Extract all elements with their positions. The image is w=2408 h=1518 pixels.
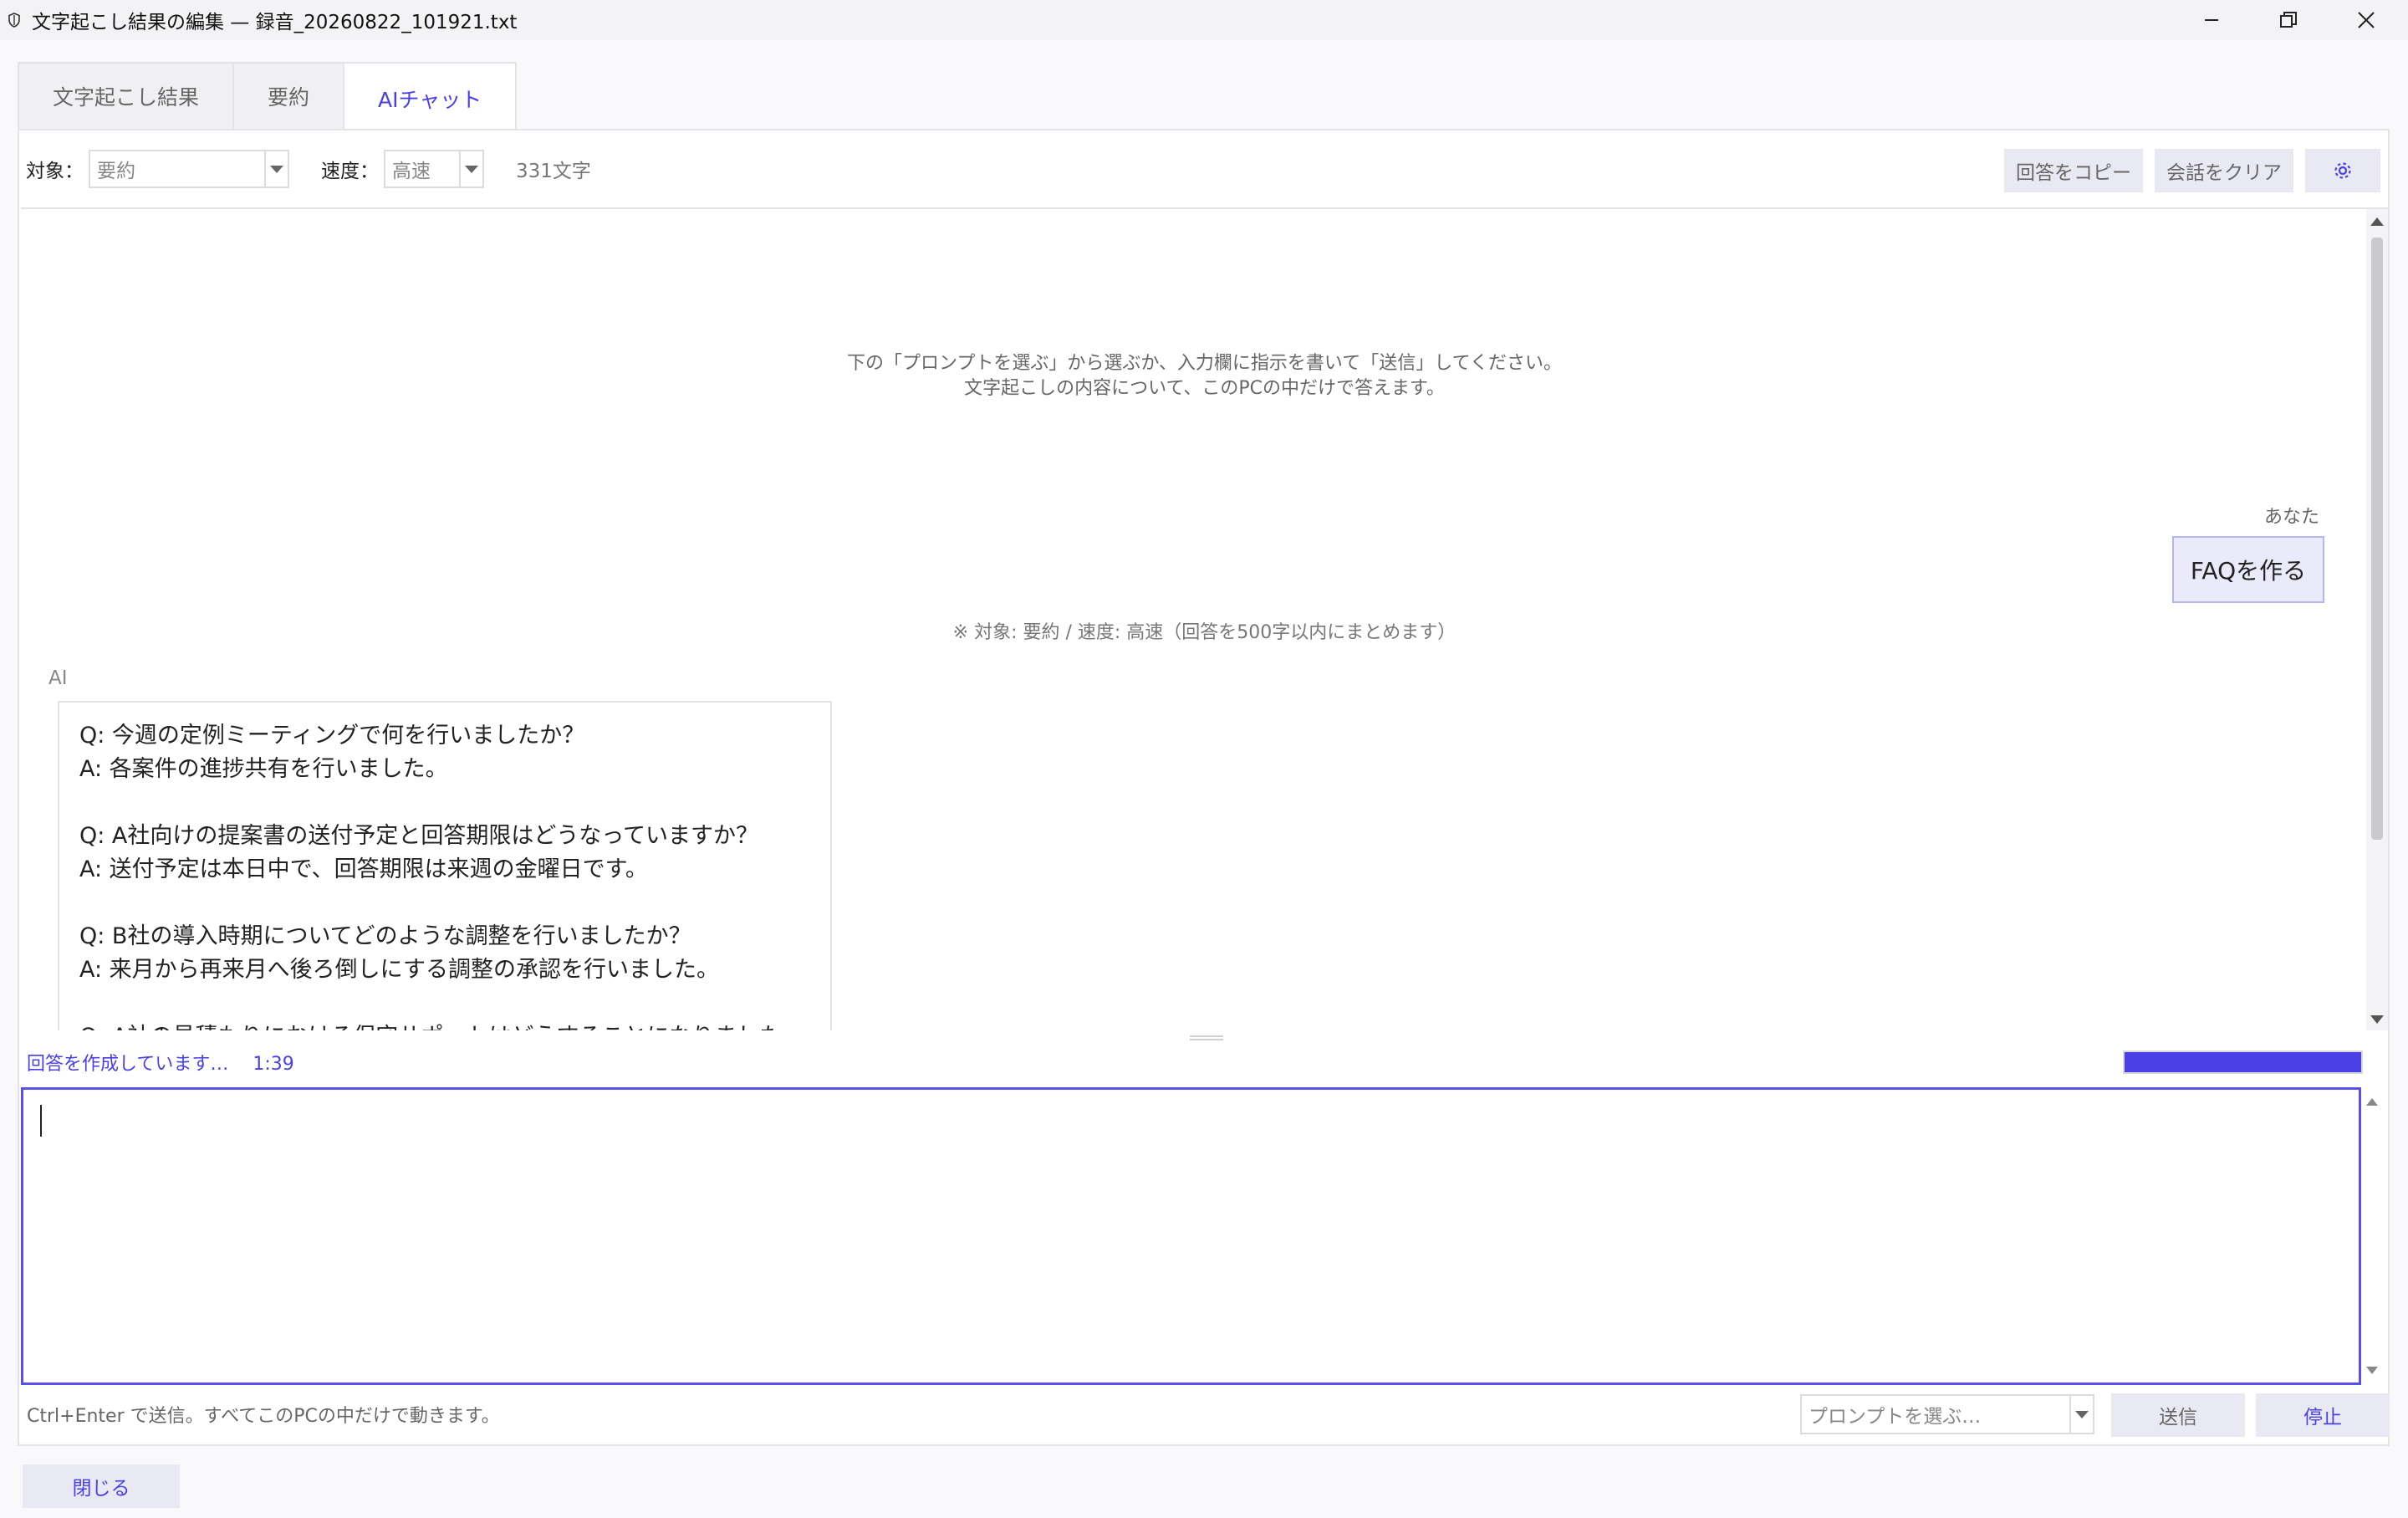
- target-select[interactable]: 要約: [89, 150, 289, 188]
- close-button[interactable]: 閉じる: [23, 1464, 180, 1508]
- request-meta-note: ※ 対象: 要約 / 速度: 高速（回答を500字以内にまとめます）: [952, 622, 1457, 643]
- progress-bar: [2123, 1050, 2363, 1074]
- gear-icon: [2334, 162, 2351, 179]
- ai-chat-panel: 対象： 要約 速度： 高速 331文字 回答をコピー 会話をクリア 下の「プロン…: [18, 129, 2390, 1446]
- target-label: 対象：: [26, 161, 84, 182]
- text-caret: [40, 1105, 42, 1137]
- chevron-down-icon: [2069, 1396, 2093, 1433]
- speed-label: 速度：: [321, 161, 379, 182]
- chat-hint: 下の「プロンプトを選ぶ」から選ぶか、入力欄に指示を書いて「送信」してください。 …: [21, 351, 2388, 401]
- chat-toolbar: 対象： 要約 速度： 高速 331文字 回答をコピー 会話をクリア: [19, 130, 2388, 207]
- scroll-down-icon[interactable]: [2370, 1015, 2384, 1024]
- copy-answer-button[interactable]: 回答をコピー: [2004, 149, 2143, 192]
- status-text: 回答を作成しています…: [27, 1054, 229, 1075]
- tab-bar: 文字起こし結果 要約 AIチャット: [18, 62, 518, 134]
- chevron-down-icon: [459, 151, 482, 187]
- stop-button[interactable]: 停止: [2256, 1393, 2390, 1437]
- chat-history[interactable]: 下の「プロンプトを選ぶ」から選ぶか、入力欄に指示を書いて「送信」してください。 …: [21, 207, 2388, 1030]
- speed-select-value: 高速: [392, 161, 431, 182]
- generation-status: 回答を作成しています… 1:39: [27, 1049, 294, 1076]
- scroll-down-icon[interactable]: [2366, 1367, 2378, 1374]
- prompt-select[interactable]: プロンプトを選ぶ…: [1800, 1394, 2094, 1434]
- input-scrollbar[interactable]: [2362, 1090, 2384, 1383]
- minimize-icon: [2205, 19, 2218, 21]
- pane-splitter[interactable]: [1190, 1035, 1223, 1040]
- tab-ai-chat[interactable]: AIチャット: [343, 62, 518, 134]
- char-count: 331文字: [516, 161, 591, 182]
- clear-chat-button[interactable]: 会話をクリア: [2155, 149, 2293, 192]
- chat-scroll-thumb[interactable]: [2371, 238, 2383, 840]
- close-icon: [2358, 12, 2375, 28]
- user-message: FAQを作る: [2172, 536, 2324, 603]
- minimize-button[interactable]: [2174, 0, 2249, 40]
- window-title: 文字起こし結果の編集 — 録音_20260822_101921.txt: [32, 12, 518, 33]
- maximize-button[interactable]: [2251, 0, 2326, 40]
- chevron-down-icon: [264, 151, 288, 187]
- speed-select[interactable]: 高速: [384, 150, 484, 188]
- chat-hint-line-1: 下の「プロンプトを選ぶ」から選ぶか、入力欄に指示を書いて「送信」してください。: [847, 353, 1562, 374]
- ai-label: AI: [48, 667, 68, 689]
- ai-message: Q: 今週の定例ミーティングで何を行いましたか？ A: 各案件の進捗共有を行いま…: [58, 701, 832, 1030]
- target-select-value: 要約: [97, 161, 135, 182]
- tab-transcript[interactable]: 文字起こし結果: [18, 62, 233, 130]
- settings-button[interactable]: [2305, 149, 2380, 192]
- title-bar: 文字起こし結果の編集 — 録音_20260822_101921.txt: [0, 0, 2408, 40]
- prompt-select-placeholder: プロンプトを選ぶ…: [1809, 1406, 1982, 1428]
- scroll-up-icon[interactable]: [2370, 217, 2384, 226]
- progress-fill: [2125, 1052, 2361, 1072]
- elapsed-time: 1:39: [253, 1054, 294, 1075]
- send-button[interactable]: 送信: [2111, 1393, 2245, 1437]
- scroll-up-icon[interactable]: [2366, 1098, 2378, 1106]
- chat-scrollbar[interactable]: [2366, 209, 2388, 1030]
- shield-icon: [5, 11, 23, 29]
- user-label: あなた: [2263, 507, 2319, 528]
- close-window-button[interactable]: [2329, 0, 2404, 40]
- send-shortcut-hint: Ctrl+Enter で送信。すべてこのPCの中だけで動きます。: [27, 1406, 500, 1427]
- tab-summary[interactable]: 要約: [232, 62, 344, 130]
- prompt-input[interactable]: [21, 1087, 2378, 1385]
- restore-icon: [2280, 12, 2297, 28]
- chat-hint-line-2: 文字起こしの内容について、このPCの中だけで答えます。: [964, 378, 1445, 399]
